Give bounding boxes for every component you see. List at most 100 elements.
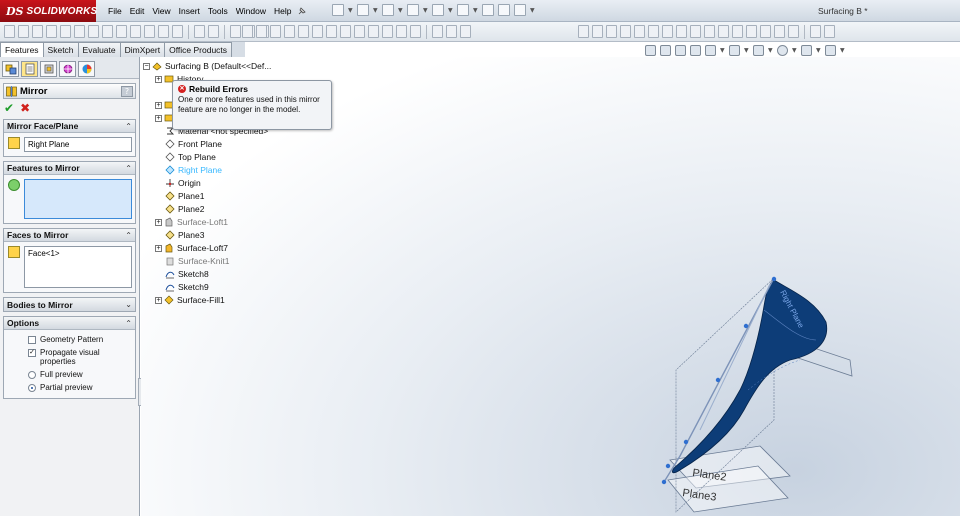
chevron-down-icon[interactable]: ▼ bbox=[473, 7, 478, 14]
propagate-visual-checkbox[interactable]: ✓ bbox=[28, 349, 36, 357]
extruded-surface-button[interactable] bbox=[242, 25, 253, 38]
rib-tool-button[interactable] bbox=[102, 25, 113, 38]
geometry-pattern-checkbox[interactable] bbox=[28, 336, 36, 344]
planar-surface-button[interactable] bbox=[326, 25, 337, 38]
lofted-surface-button[interactable] bbox=[284, 25, 295, 38]
repair-sketch-button[interactable] bbox=[824, 25, 835, 38]
offset-entities-button[interactable] bbox=[704, 25, 715, 38]
control-point[interactable] bbox=[665, 463, 671, 469]
control-point[interactable] bbox=[683, 439, 689, 445]
previous-view-icon[interactable] bbox=[675, 45, 686, 56]
trim-entities-button[interactable] bbox=[676, 25, 687, 38]
menu-tools[interactable]: Tools bbox=[204, 6, 232, 16]
apply-scene-icon[interactable] bbox=[801, 45, 812, 56]
control-point[interactable] bbox=[771, 276, 777, 282]
sweep-tool-button[interactable] bbox=[32, 25, 43, 38]
chevron-down-icon[interactable]: ▼ bbox=[423, 7, 428, 14]
chevron-down-icon[interactable]: ▼ bbox=[348, 7, 353, 14]
chevron-down-icon[interactable]: ▼ bbox=[768, 47, 773, 54]
chevron-down-icon[interactable]: ▼ bbox=[398, 7, 403, 14]
control-point[interactable] bbox=[715, 377, 721, 383]
undo-button[interactable] bbox=[432, 4, 444, 16]
menu-insert[interactable]: Insert bbox=[175, 6, 204, 16]
tree-item-plane3[interactable]: Plane3 bbox=[165, 229, 204, 241]
tab-office-products[interactable]: Office Products bbox=[164, 42, 233, 57]
zoom-to-area-icon[interactable] bbox=[660, 45, 671, 56]
arc-tool-button[interactable] bbox=[648, 25, 659, 38]
chamfer-tool-button[interactable] bbox=[88, 25, 99, 38]
sketch-tool-button[interactable] bbox=[578, 25, 589, 38]
propagate-visual-option[interactable]: ✓ Propagate visual properties bbox=[4, 346, 135, 368]
pin-icon[interactable] bbox=[297, 6, 307, 16]
partial-preview-radio[interactable] bbox=[28, 384, 36, 392]
knit-surface-button[interactable] bbox=[410, 25, 421, 38]
file-properties-button[interactable] bbox=[498, 4, 510, 16]
sketch-chamfer-button[interactable] bbox=[788, 25, 799, 38]
open-button[interactable] bbox=[357, 4, 369, 16]
dome-tool-button[interactable] bbox=[158, 25, 169, 38]
linear-pattern-button[interactable] bbox=[194, 25, 205, 38]
view-orientation-icon[interactable] bbox=[705, 45, 716, 56]
collapse-up-icon[interactable]: ⌃ bbox=[125, 319, 132, 328]
rebuild-button[interactable] bbox=[482, 4, 494, 16]
chevron-down-icon[interactable]: ▼ bbox=[530, 7, 535, 14]
ruled-surface-button[interactable] bbox=[354, 25, 365, 38]
display-style-icon[interactable] bbox=[729, 45, 740, 56]
mirror-plane-field[interactable]: Right Plane bbox=[24, 137, 132, 152]
tab-sketch[interactable]: Sketch bbox=[42, 42, 79, 57]
tab-dimxpert[interactable]: DimXpert bbox=[119, 42, 166, 57]
tree-item-top-plane[interactable]: Top Plane bbox=[165, 151, 216, 163]
bodies-to-mirror-header[interactable]: Bodies to Mirror ⌄ bbox=[4, 298, 135, 311]
ok-checkmark-icon[interactable]: ✔ bbox=[4, 102, 14, 115]
expand-node-icon[interactable]: + bbox=[155, 218, 162, 226]
menu-view[interactable]: View bbox=[148, 6, 174, 16]
shell-tool-button[interactable] bbox=[116, 25, 127, 38]
expand-node-icon[interactable]: + bbox=[155, 101, 162, 109]
zoom-to-fit-icon[interactable] bbox=[645, 45, 656, 56]
circle-tool-button[interactable] bbox=[634, 25, 645, 38]
features-to-mirror-field[interactable] bbox=[24, 179, 132, 219]
expand-node-icon[interactable]: + bbox=[155, 296, 162, 304]
replace-face-button[interactable] bbox=[446, 25, 457, 38]
collapse-up-icon[interactable]: ⌃ bbox=[125, 164, 132, 173]
chevron-down-icon[interactable]: ▼ bbox=[448, 7, 453, 14]
tree-root[interactable]: − Surfacing B (Default<<Def... bbox=[143, 60, 271, 72]
draft-tool-button[interactable] bbox=[130, 25, 141, 38]
chevron-down-icon[interactable]: ▼ bbox=[792, 47, 797, 54]
quick-snaps-button[interactable] bbox=[746, 25, 757, 38]
fillet-tool-button[interactable] bbox=[74, 25, 85, 38]
chevron-down-icon[interactable]: ▼ bbox=[744, 47, 749, 54]
menu-help[interactable]: Help bbox=[270, 6, 295, 16]
expand-node-icon[interactable]: + bbox=[155, 114, 162, 122]
control-point[interactable] bbox=[661, 479, 667, 485]
revolve-tool-button[interactable] bbox=[18, 25, 29, 38]
swept-surface-button[interactable] bbox=[270, 25, 281, 38]
hole-tool-button[interactable] bbox=[144, 25, 155, 38]
smart-dimension-button[interactable] bbox=[592, 25, 603, 38]
revolved-surface-button[interactable] bbox=[256, 25, 267, 38]
tree-item-plane1[interactable]: Plane1 bbox=[165, 190, 204, 202]
full-preview-option[interactable]: Full preview bbox=[4, 368, 135, 381]
menu-window[interactable]: Window bbox=[232, 6, 270, 16]
move-entities-button[interactable] bbox=[810, 25, 821, 38]
line-tool-button[interactable] bbox=[606, 25, 617, 38]
partial-preview-option[interactable]: Partial preview bbox=[4, 381, 135, 394]
options-button[interactable] bbox=[514, 4, 526, 16]
tree-item-plane2[interactable]: Plane2 bbox=[165, 203, 204, 215]
tree-item-surface-fill1[interactable]: + Surface-Fill1 bbox=[155, 294, 225, 306]
thicken-button[interactable] bbox=[460, 25, 471, 38]
chevron-down-icon[interactable]: ▼ bbox=[720, 47, 725, 54]
extrude-tool-button[interactable] bbox=[4, 25, 15, 38]
collapse-up-icon[interactable]: ⌃ bbox=[125, 122, 132, 131]
property-manager-tab[interactable] bbox=[21, 61, 38, 77]
section-view-icon[interactable] bbox=[690, 45, 701, 56]
surface-fillet-button[interactable] bbox=[368, 25, 379, 38]
feature-manager-tab[interactable] bbox=[2, 61, 19, 77]
expand-down-icon[interactable]: ⌄ bbox=[125, 300, 132, 309]
display-manager-tab[interactable] bbox=[78, 61, 95, 77]
sketch-fillet-button[interactable] bbox=[774, 25, 785, 38]
view-settings-icon[interactable] bbox=[825, 45, 836, 56]
tree-item-surface-knit1[interactable]: Surface-Knit1 bbox=[165, 255, 230, 267]
tab-features[interactable]: Features bbox=[0, 42, 44, 57]
print-button[interactable] bbox=[407, 4, 419, 16]
